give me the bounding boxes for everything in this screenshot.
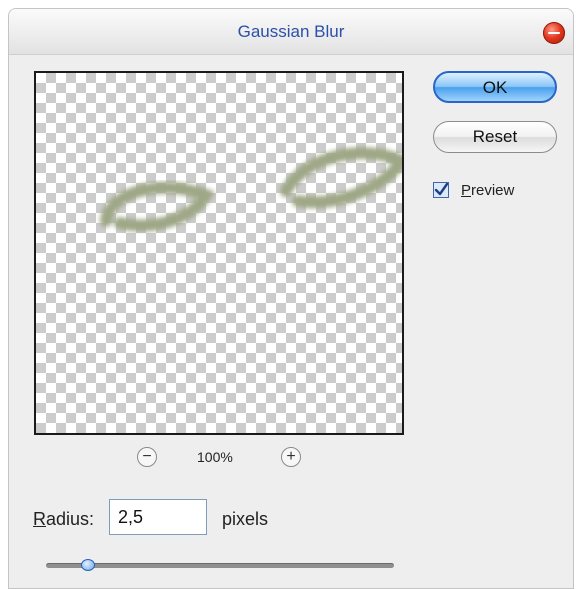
preview-label-rest: review	[471, 182, 515, 199]
close-icon[interactable]	[543, 22, 565, 44]
radius-slider-track[interactable]	[46, 563, 394, 568]
radius-label-mnemonic: R	[33, 509, 46, 529]
ok-button[interactable]: OK	[433, 71, 557, 103]
left-eye-stroke	[100, 181, 215, 232]
zoom-out-icon[interactable]: −	[137, 447, 157, 467]
preview-checkbox-label: Preview	[461, 182, 514, 199]
preview-checkbox[interactable]	[433, 182, 449, 198]
blurred-preview-shapes	[100, 147, 402, 232]
radius-slider-thumb[interactable]	[81, 559, 95, 571]
right-eye-stroke	[280, 147, 402, 209]
radius-label-rest: adius:	[46, 509, 95, 529]
zoom-level-label: 100%	[197, 449, 233, 465]
preview-label-mnemonic: P	[461, 182, 472, 199]
radius-units-label: pixels	[222, 509, 269, 529]
checkmark-icon	[434, 183, 448, 196]
zoom-in-icon[interactable]: +	[281, 447, 301, 467]
title-bar[interactable]: Gaussian Blur	[9, 9, 573, 55]
zoom-controls: − 100% +	[9, 447, 573, 471]
dialog-title: Gaussian Blur	[237, 22, 345, 41]
reset-button[interactable]: Reset	[433, 121, 557, 153]
radius-input[interactable]: 2,5	[109, 499, 207, 535]
preview-pane[interactable]	[34, 71, 404, 435]
gaussian-blur-dialog: Gaussian Blur − 100% + OK Reset Preview …	[8, 8, 574, 589]
radius-label: Radius:	[33, 509, 94, 530]
